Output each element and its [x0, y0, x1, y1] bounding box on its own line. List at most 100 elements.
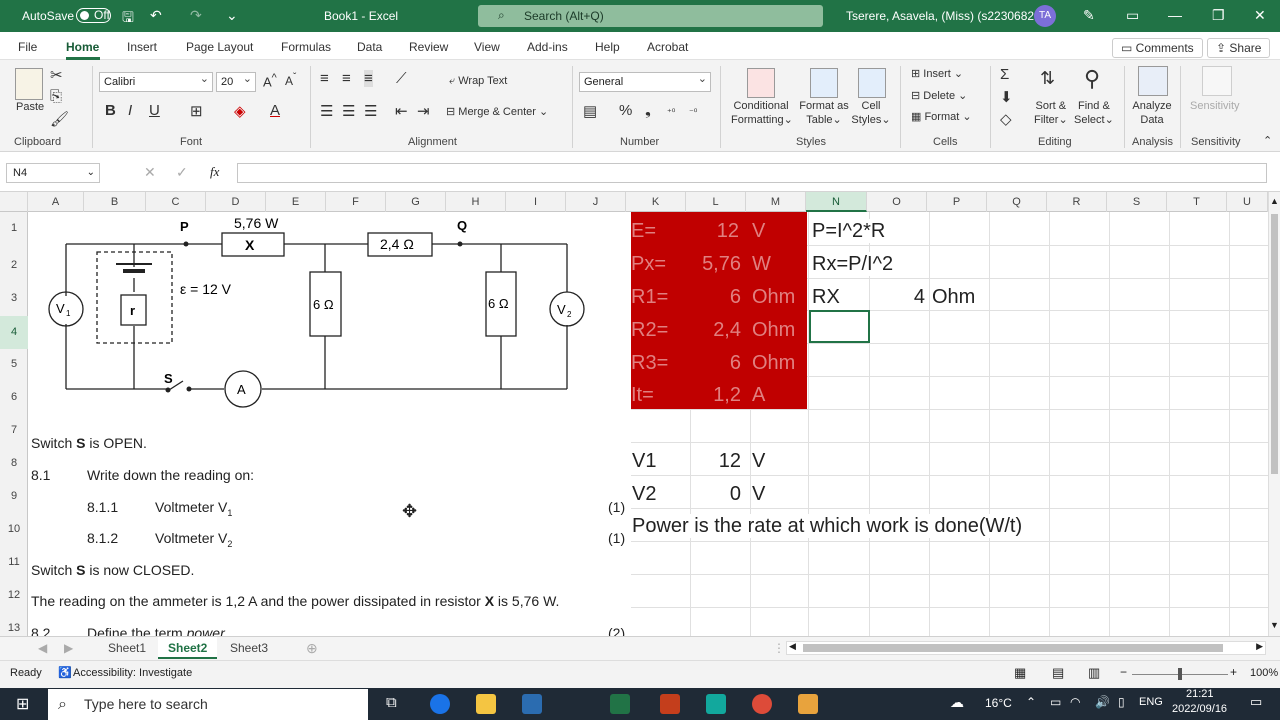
wifi-icon[interactable]: ◠: [1070, 695, 1080, 709]
vertical-scrollbar[interactable]: ▲ ▼: [1268, 192, 1280, 636]
orientation-icon[interactable]: ⟋: [396, 70, 407, 87]
chrome-icon[interactable]: [752, 694, 772, 714]
worksheet-grid[interactable]: P Q 5,76 W X 2,4 Ω ε = 12 V r 6 Ω 6 Ω V …: [28, 212, 1268, 636]
search-box[interactable]: ⌕ Search (Alt+Q): [478, 5, 823, 27]
cell-n1[interactable]: P=I^2*R: [812, 219, 886, 243]
column-header[interactable]: U: [1227, 192, 1268, 212]
conditional-formatting-button[interactable]: Conditional Formatting⌄: [731, 99, 793, 127]
cell-m3[interactable]: Ohm: [752, 285, 795, 309]
sort-filter-button[interactable]: Sort & Filter⌄: [1034, 99, 1068, 127]
tab-home[interactable]: Home: [66, 40, 99, 54]
column-header[interactable]: P: [927, 192, 987, 212]
tab-split-icon[interactable]: ⋮: [773, 641, 785, 655]
prev-sheet-icon[interactable]: ◀: [38, 641, 47, 655]
cell-l6[interactable]: 1,2: [709, 383, 741, 407]
tray-chevron-icon[interactable]: ⌃: [1026, 695, 1036, 709]
cell-l9[interactable]: 0: [701, 482, 741, 506]
row-header[interactable]: 1: [0, 222, 28, 234]
column-header-selected[interactable]: N: [806, 192, 867, 212]
underline-icon[interactable]: U: [149, 102, 160, 119]
weather-icon[interactable]: ☁: [950, 694, 964, 711]
row-header[interactable]: 2: [0, 259, 28, 271]
clock-date[interactable]: 2022/09/16: [1172, 703, 1227, 715]
scroll-down-icon[interactable]: ▼: [1270, 620, 1279, 630]
scroll-up-icon[interactable]: ▲: [1270, 196, 1279, 206]
column-header[interactable]: E: [266, 192, 326, 212]
cell-l2[interactable]: 5,76: [697, 252, 741, 276]
pen-icon[interactable]: ✎: [1083, 7, 1095, 24]
column-header[interactable]: S: [1107, 192, 1167, 212]
cell-o3[interactable]: 4: [901, 285, 925, 309]
fill-icon[interactable]: ⬇: [1000, 88, 1013, 106]
column-header[interactable]: C: [146, 192, 206, 212]
redo-icon[interactable]: ↷: [190, 7, 202, 24]
cell-m5[interactable]: Ohm: [752, 351, 795, 375]
save-icon[interactable]: 🖫: [122, 7, 134, 31]
font-size-select[interactable]: 20: [216, 70, 256, 92]
page-break-view-icon[interactable]: ▥: [1088, 665, 1100, 681]
cell-k3[interactable]: R1=: [631, 285, 668, 309]
column-header[interactable]: J: [566, 192, 626, 212]
cell-l5[interactable]: 6: [715, 351, 741, 375]
scroll-thumb[interactable]: [803, 644, 1223, 652]
decrease-decimal-icon[interactable]: ⁻⁰: [689, 105, 697, 119]
row-header[interactable]: 11: [0, 556, 28, 568]
analyze-data-button[interactable]: Analyze Data: [1132, 99, 1172, 127]
find-select-button[interactable]: Find & Select⌄: [1074, 99, 1114, 127]
cell-n2[interactable]: Rx=P/I^2: [812, 252, 894, 276]
column-header[interactable]: I: [506, 192, 566, 212]
tab-data[interactable]: Data: [357, 40, 382, 54]
column-header[interactable]: B: [84, 192, 146, 212]
selected-cell-n4[interactable]: [809, 310, 870, 343]
row-header[interactable]: 3: [0, 292, 28, 304]
column-header[interactable]: D: [206, 192, 266, 212]
decrease-font-icon[interactable]: Aˇ: [285, 72, 296, 88]
autosum-icon[interactable]: Σ: [1000, 66, 1009, 83]
format-cells-button[interactable]: ▦ Format ⌄: [911, 110, 972, 124]
ribbon-display-icon[interactable]: ▭: [1126, 7, 1139, 24]
tab-formulas[interactable]: Formulas: [281, 40, 331, 54]
cell-m2[interactable]: W: [752, 252, 771, 276]
row-header-selected[interactable]: 4: [0, 316, 28, 349]
battery-icon[interactable]: ▯: [1118, 695, 1125, 709]
tab-view[interactable]: View: [474, 40, 500, 54]
avatar[interactable]: TA: [1034, 5, 1056, 27]
copy-icon[interactable]: ⎘: [50, 88, 62, 105]
font-color-icon[interactable]: A: [270, 102, 280, 119]
analyze-data-icon[interactable]: [1138, 66, 1168, 96]
column-header[interactable]: H: [446, 192, 506, 212]
cell-l8[interactable]: 12: [701, 449, 741, 473]
increase-font-icon[interactable]: A^: [263, 72, 277, 89]
comma-icon[interactable]: ❟: [645, 102, 651, 119]
tab-help[interactable]: Help: [595, 40, 620, 54]
cell-k1[interactable]: E=: [631, 219, 656, 243]
horizontal-scrollbar[interactable]: ◀ ▶: [786, 641, 1266, 655]
row-header[interactable]: 5: [0, 358, 28, 370]
cell-styles-button[interactable]: Cell Styles⌄: [849, 99, 893, 127]
language-indicator[interactable]: ENG: [1139, 696, 1163, 708]
task-view-icon[interactable]: ⧉: [386, 694, 397, 711]
column-header[interactable]: K: [626, 192, 686, 212]
customize-toolbar-icon[interactable]: ⌄: [226, 7, 238, 24]
cell-k9[interactable]: V2: [632, 482, 656, 506]
increase-indent-icon[interactable]: ⇥: [417, 102, 430, 120]
normal-view-icon[interactable]: ▦: [1014, 665, 1026, 681]
windows-start-icon[interactable]: ⊞: [16, 694, 29, 714]
accounting-icon[interactable]: ▤: [583, 102, 597, 120]
increase-decimal-icon[interactable]: ⁺⁰: [667, 105, 675, 119]
cell-k6[interactable]: It=: [631, 383, 654, 407]
conditional-formatting-icon[interactable]: [747, 68, 775, 98]
zoom-out-icon[interactable]: −: [1120, 665, 1127, 679]
taskbar-search[interactable]: ⌕ Type here to search: [48, 689, 368, 720]
cell-l3[interactable]: 6: [715, 285, 741, 309]
row-header[interactable]: 13: [0, 622, 28, 634]
number-format-select[interactable]: General: [579, 70, 711, 92]
tab-insert[interactable]: Insert: [127, 40, 157, 54]
name-box[interactable]: N4 ⌄: [6, 163, 100, 183]
zoom-in-icon[interactable]: +: [1230, 665, 1237, 679]
cut-icon[interactable]: ✂: [50, 66, 63, 84]
paste-icon[interactable]: [15, 68, 43, 100]
collapse-ribbon-icon[interactable]: ⌃: [1263, 134, 1272, 147]
format-as-table-button[interactable]: Format as Table⌄: [797, 99, 851, 127]
share-button[interactable]: ⇪ Share: [1207, 38, 1271, 58]
